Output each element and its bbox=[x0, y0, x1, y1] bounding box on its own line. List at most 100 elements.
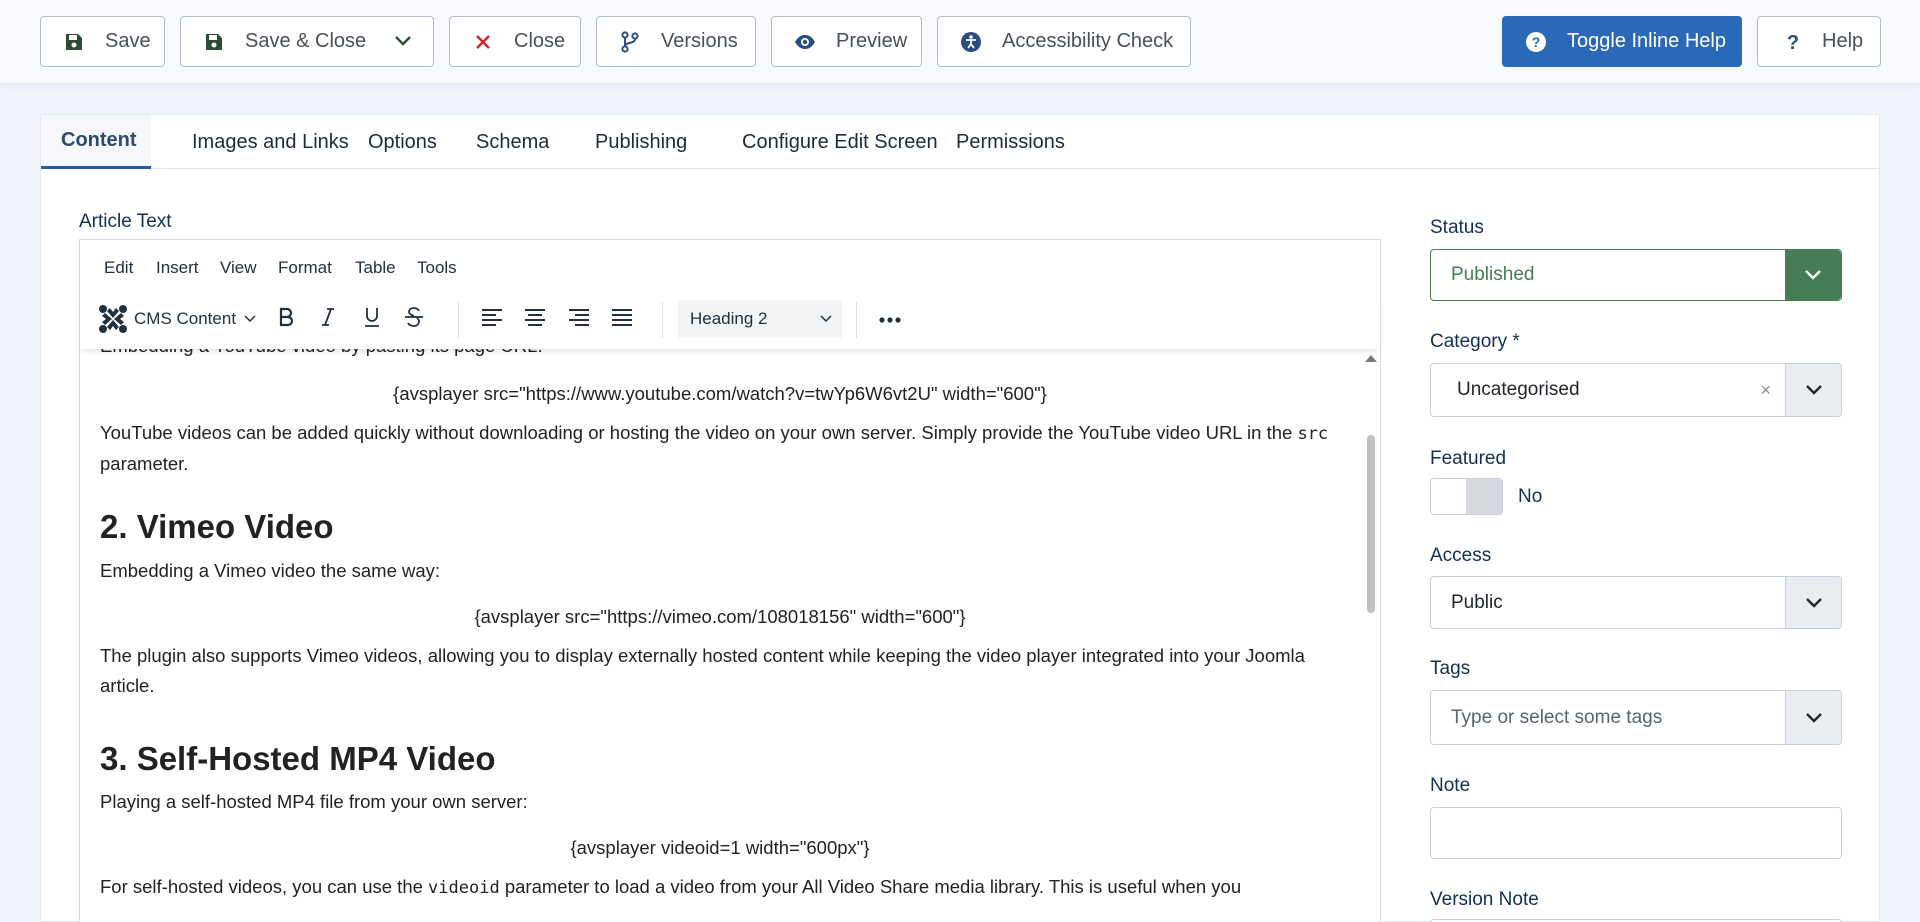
access-label: Access bbox=[1430, 545, 1492, 566]
status-select[interactable]: Published bbox=[1430, 249, 1842, 301]
preview-button[interactable]: Preview bbox=[771, 16, 922, 67]
content-paragraph: For self-hosted videos, you can use the … bbox=[100, 876, 1242, 898]
italic-icon bbox=[320, 307, 336, 332]
bold-icon bbox=[277, 307, 295, 332]
content-paragraph: Embedding a YouTube video by pasting its… bbox=[100, 349, 1340, 361]
article-text-label: Article Text bbox=[79, 211, 172, 232]
chevron-down-icon bbox=[394, 30, 412, 53]
underline-button[interactable] bbox=[356, 300, 388, 338]
chevron-down-icon bbox=[244, 315, 256, 323]
accessibility-icon bbox=[960, 31, 982, 53]
menu-edit[interactable]: Edit bbox=[104, 258, 133, 278]
note-input[interactable] bbox=[1430, 807, 1842, 859]
content-paragraph: Embedding a Vimeo video the same way: bbox=[100, 560, 441, 581]
svg-text:?: ? bbox=[1532, 34, 1541, 50]
question-icon: ? bbox=[1782, 31, 1804, 53]
chevron-down-icon bbox=[1785, 577, 1841, 628]
tab-publishing[interactable]: Publishing bbox=[575, 115, 707, 169]
menu-tools[interactable]: Tools bbox=[417, 258, 457, 278]
tags-label: Tags bbox=[1430, 658, 1471, 679]
versions-button[interactable]: Versions bbox=[596, 16, 756, 67]
tab-images-links[interactable]: Images and Links bbox=[172, 115, 369, 169]
editor-scrollbar[interactable] bbox=[1363, 349, 1380, 922]
underline-icon bbox=[363, 306, 381, 333]
editor-content-area[interactable]: Embedding a YouTube video by pasting its… bbox=[80, 349, 1364, 922]
version-note-label: Version Note bbox=[1430, 889, 1539, 910]
access-select[interactable]: Public bbox=[1430, 576, 1842, 629]
shortcode-vimeo: {avsplayer src="https://vimeo.com/108018… bbox=[474, 606, 966, 627]
block-format-select[interactable]: Heading 2 bbox=[678, 300, 842, 338]
toolbar-separator bbox=[856, 302, 857, 338]
editor-toolbar: CMS Content Heading 2 bbox=[80, 294, 1380, 349]
close-button[interactable]: Close bbox=[449, 16, 581, 67]
scrollbar-thumb[interactable] bbox=[1367, 435, 1375, 613]
align-left-button[interactable] bbox=[476, 300, 508, 338]
ellipsis-icon bbox=[879, 310, 901, 328]
rich-text-editor: Edit Insert View Format Table Tools CMS … bbox=[79, 239, 1381, 922]
save-close-button[interactable]: Save & Close bbox=[180, 16, 374, 67]
svg-text:?: ? bbox=[1787, 32, 1799, 52]
question-circle-icon: ? bbox=[1525, 31, 1547, 53]
tab-bar: Content Images and Links Options Schema … bbox=[41, 115, 1879, 169]
align-right-button[interactable] bbox=[563, 300, 595, 338]
menu-format[interactable]: Format bbox=[278, 258, 332, 278]
featured-value: No bbox=[1518, 486, 1543, 507]
menu-table[interactable]: Table bbox=[355, 258, 396, 278]
chevron-down-icon bbox=[1785, 691, 1841, 744]
toggle-inline-help-button[interactable]: ? Toggle Inline Help bbox=[1502, 16, 1742, 67]
strikethrough-icon bbox=[404, 306, 424, 333]
edit-card: Content Images and Links Options Schema … bbox=[40, 114, 1880, 922]
align-left-icon bbox=[481, 308, 503, 331]
more-options-button[interactable] bbox=[870, 300, 910, 338]
close-icon bbox=[472, 31, 494, 53]
cms-content-dropdown[interactable]: CMS Content bbox=[98, 300, 256, 338]
bold-button[interactable] bbox=[270, 300, 302, 338]
save-icon bbox=[63, 31, 85, 53]
clear-icon[interactable]: × bbox=[1760, 380, 1771, 401]
align-center-icon bbox=[524, 308, 546, 331]
italic-button[interactable] bbox=[312, 300, 344, 338]
align-justify-button[interactable] bbox=[606, 300, 638, 338]
tab-content[interactable]: Content bbox=[41, 115, 151, 169]
tab-permissions[interactable]: Permissions bbox=[936, 115, 1085, 169]
shortcode-self-hosted: {avsplayer videoid=1 width="600px"} bbox=[570, 837, 870, 858]
content-paragraph: Playing a self-hosted MP4 file from your… bbox=[100, 791, 528, 812]
align-right-icon bbox=[568, 308, 590, 331]
save-icon bbox=[203, 31, 225, 53]
chevron-down-icon bbox=[1785, 250, 1841, 300]
content-paragraph: The plugin also supports Vimeo videos, a… bbox=[100, 645, 1305, 696]
category-select[interactable]: Uncategorised × bbox=[1430, 363, 1842, 417]
tags-input[interactable]: Type or select some tags bbox=[1430, 690, 1842, 745]
help-button[interactable]: ? Help bbox=[1757, 16, 1881, 67]
editor-menubar: Edit Insert View Format Table Tools bbox=[80, 240, 1380, 294]
content-paragraph: YouTube videos can be added quickly with… bbox=[100, 422, 1329, 474]
shortcode-youtube: {avsplayer src="https://www.youtube.com/… bbox=[393, 383, 1047, 404]
featured-label: Featured bbox=[1430, 448, 1507, 469]
align-justify-icon bbox=[611, 308, 633, 331]
toolbar-separator bbox=[458, 302, 459, 338]
menu-insert[interactable]: Insert bbox=[156, 258, 199, 278]
accessibility-check-button[interactable]: Accessibility Check bbox=[937, 16, 1191, 67]
save-options-dropdown[interactable] bbox=[373, 16, 434, 67]
save-button[interactable]: Save bbox=[40, 16, 165, 67]
strikethrough-button[interactable] bbox=[398, 300, 430, 338]
heading-self-hosted: 3. Self-Hosted MP4 Video bbox=[100, 740, 496, 777]
tab-schema[interactable]: Schema bbox=[456, 115, 569, 169]
code-branch-icon bbox=[619, 30, 641, 53]
scroll-up-arrow-icon[interactable] bbox=[1365, 355, 1377, 362]
tab-options[interactable]: Options bbox=[348, 115, 457, 169]
toggle-knob bbox=[1466, 479, 1502, 514]
note-label: Note bbox=[1430, 775, 1471, 796]
main-toolbar: Save Save & Close Close Versions Preview bbox=[0, 0, 1920, 84]
heading-vimeo: 2. Vimeo Video bbox=[100, 508, 334, 545]
chevron-down-icon bbox=[1785, 364, 1841, 416]
chevron-down-icon bbox=[820, 315, 832, 323]
featured-toggle[interactable] bbox=[1430, 478, 1503, 515]
category-label: Category * bbox=[1430, 331, 1520, 352]
tab-configure-edit-screen[interactable]: Configure Edit Screen bbox=[722, 115, 958, 169]
toolbar-separator bbox=[662, 302, 663, 338]
eye-icon bbox=[794, 31, 816, 53]
menu-view[interactable]: View bbox=[220, 258, 257, 278]
status-label: Status bbox=[1430, 217, 1484, 238]
align-center-button[interactable] bbox=[519, 300, 551, 338]
